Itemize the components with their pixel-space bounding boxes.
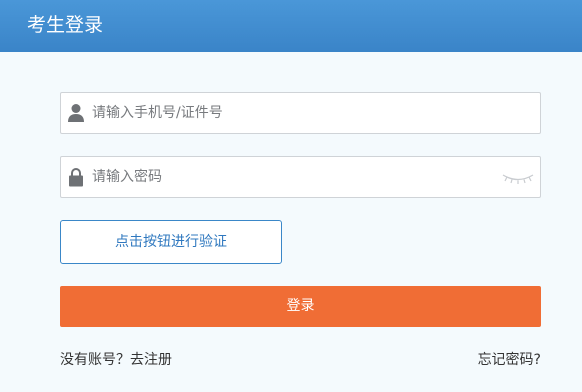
register-link[interactable]: 没有账号？去注册 bbox=[60, 350, 172, 370]
password-input[interactable] bbox=[92, 157, 492, 197]
phone-input[interactable] bbox=[92, 93, 492, 133]
page-title: 考生登录 bbox=[27, 14, 104, 36]
password-field[interactable] bbox=[60, 156, 541, 198]
lock-icon bbox=[68, 167, 84, 187]
phone-field[interactable] bbox=[60, 92, 541, 134]
eye-closed-icon[interactable] bbox=[502, 170, 534, 184]
verify-button[interactable]: 点击按钮进行验证 bbox=[60, 220, 282, 264]
login-button[interactable]: 登录 bbox=[60, 286, 541, 327]
forgot-password-link[interactable]: 忘记密码? bbox=[478, 350, 541, 370]
header-bar: 考生登录 bbox=[0, 0, 582, 52]
user-icon bbox=[68, 103, 84, 123]
